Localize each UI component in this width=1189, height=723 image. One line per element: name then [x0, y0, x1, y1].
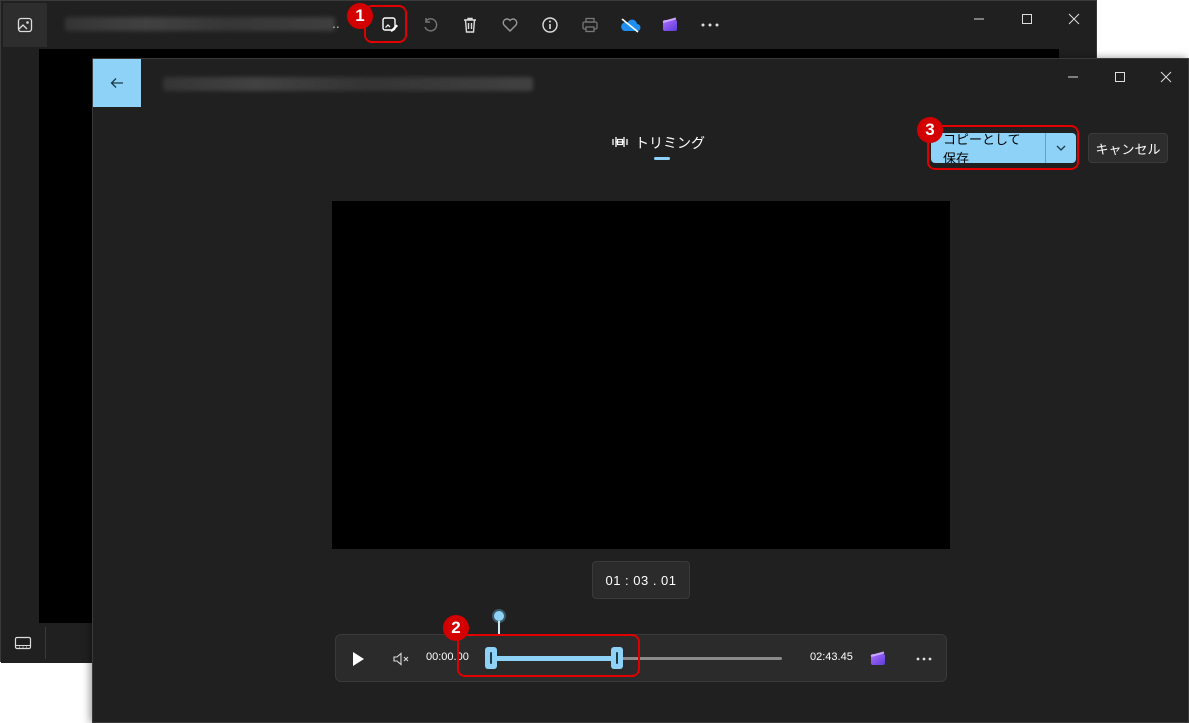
step-badge-1: 1 — [347, 3, 373, 29]
end-time-label: 02:43.45 — [810, 651, 853, 663]
highlight-box-3 — [927, 125, 1079, 170]
filmstrip-icon[interactable] — [9, 631, 37, 655]
info-icon[interactable] — [538, 13, 562, 37]
cancel-button[interactable]: キャンセル — [1088, 133, 1168, 163]
timecode-display[interactable]: 01 : 03 . 01 — [592, 561, 690, 599]
video-preview — [332, 201, 950, 549]
rotate-icon[interactable] — [418, 13, 442, 37]
title-ellipsis: .. — [332, 15, 340, 31]
front-close-button[interactable] — [1151, 67, 1181, 87]
player-more-button[interactable] — [912, 647, 936, 671]
back-close-button[interactable] — [1059, 9, 1089, 29]
trim-icon — [611, 135, 629, 152]
clipchamp-icon — [870, 651, 885, 665]
arrow-left-icon — [110, 78, 123, 88]
back-minimize-button[interactable] — [964, 9, 994, 29]
step-badge-3: 3 — [917, 117, 943, 143]
more-icon — [916, 657, 932, 661]
more-options-icon[interactable] — [698, 13, 722, 37]
tab-trim-label: トリミング — [635, 135, 705, 151]
tab-trim[interactable]: トリミング — [611, 131, 705, 155]
front-minimize-button[interactable] — [1058, 67, 1088, 87]
highlight-box-2 — [457, 634, 640, 677]
back-maximize-button[interactable] — [1012, 9, 1042, 29]
clipchamp-button[interactable] — [868, 649, 888, 669]
favorite-icon[interactable] — [498, 13, 522, 37]
print-icon[interactable] — [578, 13, 602, 37]
back-button[interactable] — [93, 59, 141, 107]
volume-muted-icon — [393, 652, 409, 666]
clipchamp-icon[interactable] — [658, 13, 682, 37]
back-divider — [45, 627, 46, 659]
playhead-handle[interactable] — [494, 611, 504, 621]
play-icon — [353, 652, 364, 666]
player-controls: 00:00.00 02:43.45 — [335, 634, 947, 682]
back-filename-blurred — [65, 17, 335, 31]
onedrive-icon[interactable] — [618, 13, 642, 37]
front-maximize-button[interactable] — [1105, 67, 1135, 87]
play-button[interactable] — [346, 647, 370, 671]
front-filename-blurred — [163, 77, 533, 91]
mute-button[interactable] — [390, 647, 414, 671]
delete-icon[interactable] — [458, 13, 482, 37]
photos-app-icon — [3, 3, 47, 47]
tab-active-indicator — [654, 157, 670, 160]
back-titlebar: .. — [1, 1, 1096, 49]
step-badge-2: 2 — [443, 615, 469, 641]
